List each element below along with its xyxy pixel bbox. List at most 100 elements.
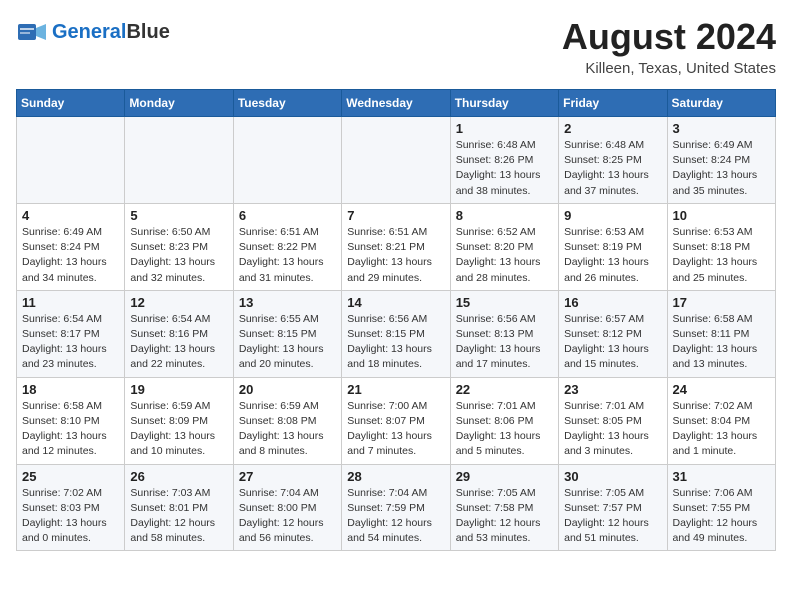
day-info: Sunrise: 7:02 AM Sunset: 8:03 PM Dayligh… (22, 486, 119, 547)
calendar-cell: 30 Sunrise: 7:05 AM Sunset: 7:57 PM Dayli… (559, 464, 667, 551)
day-info: Sunrise: 7:02 AM Sunset: 8:04 PM Dayligh… (673, 399, 770, 460)
calendar-cell: 16 Sunrise: 6:57 AM Sunset: 8:12 PM Dayli… (559, 290, 667, 377)
day-number: 29 (456, 469, 553, 484)
day-number: 27 (239, 469, 336, 484)
day-number: 6 (239, 208, 336, 223)
weekday-header-saturday: Saturday (667, 90, 775, 117)
calendar-cell: 31Sunrise: 7:06 AM Sunset: 7:55 PM Dayli… (667, 464, 775, 551)
calendar-cell: 28 Sunrise: 7:04 AM Sunset: 7:59 PM Dayli… (342, 464, 450, 551)
calendar-cell: 20 Sunrise: 6:59 AM Sunset: 8:08 PM Dayli… (233, 377, 341, 464)
calendar-cell: 17 Sunrise: 6:58 AM Sunset: 8:11 PM Dayli… (667, 290, 775, 377)
day-number: 22 (456, 382, 553, 397)
day-number: 13 (239, 295, 336, 310)
weekday-header-tuesday: Tuesday (233, 90, 341, 117)
day-number: 18 (22, 382, 119, 397)
day-info: Sunrise: 6:58 AM Sunset: 8:11 PM Dayligh… (673, 312, 770, 373)
calendar-cell: 25 Sunrise: 7:02 AM Sunset: 8:03 PM Dayli… (17, 464, 125, 551)
day-info: Sunrise: 6:48 AM Sunset: 8:26 PM Dayligh… (456, 138, 553, 199)
calendar-cell: 19 Sunrise: 6:59 AM Sunset: 8:09 PM Dayli… (125, 377, 233, 464)
calendar-cell: 14 Sunrise: 6:56 AM Sunset: 8:15 PM Dayli… (342, 290, 450, 377)
day-info: Sunrise: 6:49 AM Sunset: 8:24 PM Dayligh… (22, 225, 119, 286)
day-number: 8 (456, 208, 553, 223)
day-number: 24 (673, 382, 770, 397)
day-number: 20 (239, 382, 336, 397)
day-info: Sunrise: 6:54 AM Sunset: 8:16 PM Dayligh… (130, 312, 227, 373)
calendar-cell (342, 117, 450, 204)
weekday-header-sunday: Sunday (17, 90, 125, 117)
calendar-cell: 10Sunrise: 6:53 AM Sunset: 8:18 PM Dayli… (667, 203, 775, 290)
day-info: Sunrise: 7:01 AM Sunset: 8:05 PM Dayligh… (564, 399, 661, 460)
day-number: 4 (22, 208, 119, 223)
calendar-week-row: 25 Sunrise: 7:02 AM Sunset: 8:03 PM Dayli… (17, 464, 776, 551)
calendar-cell: 11Sunrise: 6:54 AM Sunset: 8:17 PM Dayli… (17, 290, 125, 377)
calendar-cell: 3Sunrise: 6:49 AM Sunset: 8:24 PM Daylig… (667, 117, 775, 204)
weekday-header-thursday: Thursday (450, 90, 558, 117)
calendar-week-row: 18 Sunrise: 6:58 AM Sunset: 8:10 PM Dayli… (17, 377, 776, 464)
day-number: 31 (673, 469, 770, 484)
day-info: Sunrise: 6:56 AM Sunset: 8:13 PM Dayligh… (456, 312, 553, 373)
calendar-cell: 8 Sunrise: 6:52 AM Sunset: 8:20 PM Daylig… (450, 203, 558, 290)
day-number: 2 (564, 121, 661, 136)
calendar-cell: 5 Sunrise: 6:50 AM Sunset: 8:23 PM Daylig… (125, 203, 233, 290)
day-info: Sunrise: 6:53 AM Sunset: 8:19 PM Dayligh… (564, 225, 661, 286)
month-title: August 2024 (562, 16, 776, 58)
weekday-header-friday: Friday (559, 90, 667, 117)
day-number: 3 (673, 121, 770, 136)
calendar-header-row: SundayMondayTuesdayWednesdayThursdayFrid… (17, 90, 776, 117)
day-info: Sunrise: 6:53 AM Sunset: 8:18 PM Dayligh… (673, 225, 770, 286)
logo-icon (16, 16, 48, 48)
day-number: 15 (456, 295, 553, 310)
calendar-table: SundayMondayTuesdayWednesdayThursdayFrid… (16, 89, 776, 551)
day-number: 14 (347, 295, 444, 310)
calendar-cell: 15 Sunrise: 6:56 AM Sunset: 8:13 PM Dayli… (450, 290, 558, 377)
calendar-cell: 9 Sunrise: 6:53 AM Sunset: 8:19 PM Daylig… (559, 203, 667, 290)
calendar-week-row: 1Sunrise: 6:48 AM Sunset: 8:26 PM Daylig… (17, 117, 776, 204)
page-header: GeneralBlue August 2024 Killeen, Texas, … (16, 16, 776, 77)
day-number: 30 (564, 469, 661, 484)
day-info: Sunrise: 6:55 AM Sunset: 8:15 PM Dayligh… (239, 312, 336, 373)
day-number: 26 (130, 469, 227, 484)
calendar-cell (17, 117, 125, 204)
day-info: Sunrise: 6:50 AM Sunset: 8:23 PM Dayligh… (130, 225, 227, 286)
weekday-header-monday: Monday (125, 90, 233, 117)
location-subtitle: Killeen, Texas, United States (562, 60, 776, 77)
weekday-header-wednesday: Wednesday (342, 90, 450, 117)
calendar-cell: 26Sunrise: 7:03 AM Sunset: 8:01 PM Dayli… (125, 464, 233, 551)
calendar-cell: 21 Sunrise: 7:00 AM Sunset: 8:07 PM Dayli… (342, 377, 450, 464)
day-number: 16 (564, 295, 661, 310)
day-number: 12 (130, 295, 227, 310)
day-number: 5 (130, 208, 227, 223)
day-info: Sunrise: 6:59 AM Sunset: 8:08 PM Dayligh… (239, 399, 336, 460)
calendar-week-row: 4 Sunrise: 6:49 AM Sunset: 8:24 PM Daylig… (17, 203, 776, 290)
day-info: Sunrise: 6:57 AM Sunset: 8:12 PM Dayligh… (564, 312, 661, 373)
day-number: 23 (564, 382, 661, 397)
day-info: Sunrise: 6:58 AM Sunset: 8:10 PM Dayligh… (22, 399, 119, 460)
day-info: Sunrise: 6:48 AM Sunset: 8:25 PM Dayligh… (564, 138, 661, 199)
calendar-cell: 2 Sunrise: 6:48 AM Sunset: 8:25 PM Daylig… (559, 117, 667, 204)
calendar-week-row: 11Sunrise: 6:54 AM Sunset: 8:17 PM Dayli… (17, 290, 776, 377)
day-info: Sunrise: 6:51 AM Sunset: 8:22 PM Dayligh… (239, 225, 336, 286)
day-info: Sunrise: 7:05 AM Sunset: 7:57 PM Dayligh… (564, 486, 661, 547)
calendar-cell (233, 117, 341, 204)
calendar-cell: 13 Sunrise: 6:55 AM Sunset: 8:15 PM Dayli… (233, 290, 341, 377)
title-block: August 2024 Killeen, Texas, United State… (562, 16, 776, 77)
calendar-cell: 29Sunrise: 7:05 AM Sunset: 7:58 PM Dayli… (450, 464, 558, 551)
day-number: 19 (130, 382, 227, 397)
logo: GeneralBlue (16, 16, 170, 48)
calendar-cell: 12 Sunrise: 6:54 AM Sunset: 8:16 PM Dayli… (125, 290, 233, 377)
day-info: Sunrise: 7:04 AM Sunset: 7:59 PM Dayligh… (347, 486, 444, 547)
day-number: 9 (564, 208, 661, 223)
calendar-cell: 4 Sunrise: 6:49 AM Sunset: 8:24 PM Daylig… (17, 203, 125, 290)
day-info: Sunrise: 6:56 AM Sunset: 8:15 PM Dayligh… (347, 312, 444, 373)
day-info: Sunrise: 6:54 AM Sunset: 8:17 PM Dayligh… (22, 312, 119, 373)
day-info: Sunrise: 7:00 AM Sunset: 8:07 PM Dayligh… (347, 399, 444, 460)
day-number: 21 (347, 382, 444, 397)
calendar-cell: 23 Sunrise: 7:01 AM Sunset: 8:05 PM Dayli… (559, 377, 667, 464)
day-number: 17 (673, 295, 770, 310)
day-info: Sunrise: 7:04 AM Sunset: 8:00 PM Dayligh… (239, 486, 336, 547)
day-info: Sunrise: 6:59 AM Sunset: 8:09 PM Dayligh… (130, 399, 227, 460)
day-number: 25 (22, 469, 119, 484)
day-number: 28 (347, 469, 444, 484)
day-info: Sunrise: 6:52 AM Sunset: 8:20 PM Dayligh… (456, 225, 553, 286)
calendar-cell: 7Sunrise: 6:51 AM Sunset: 8:21 PM Daylig… (342, 203, 450, 290)
